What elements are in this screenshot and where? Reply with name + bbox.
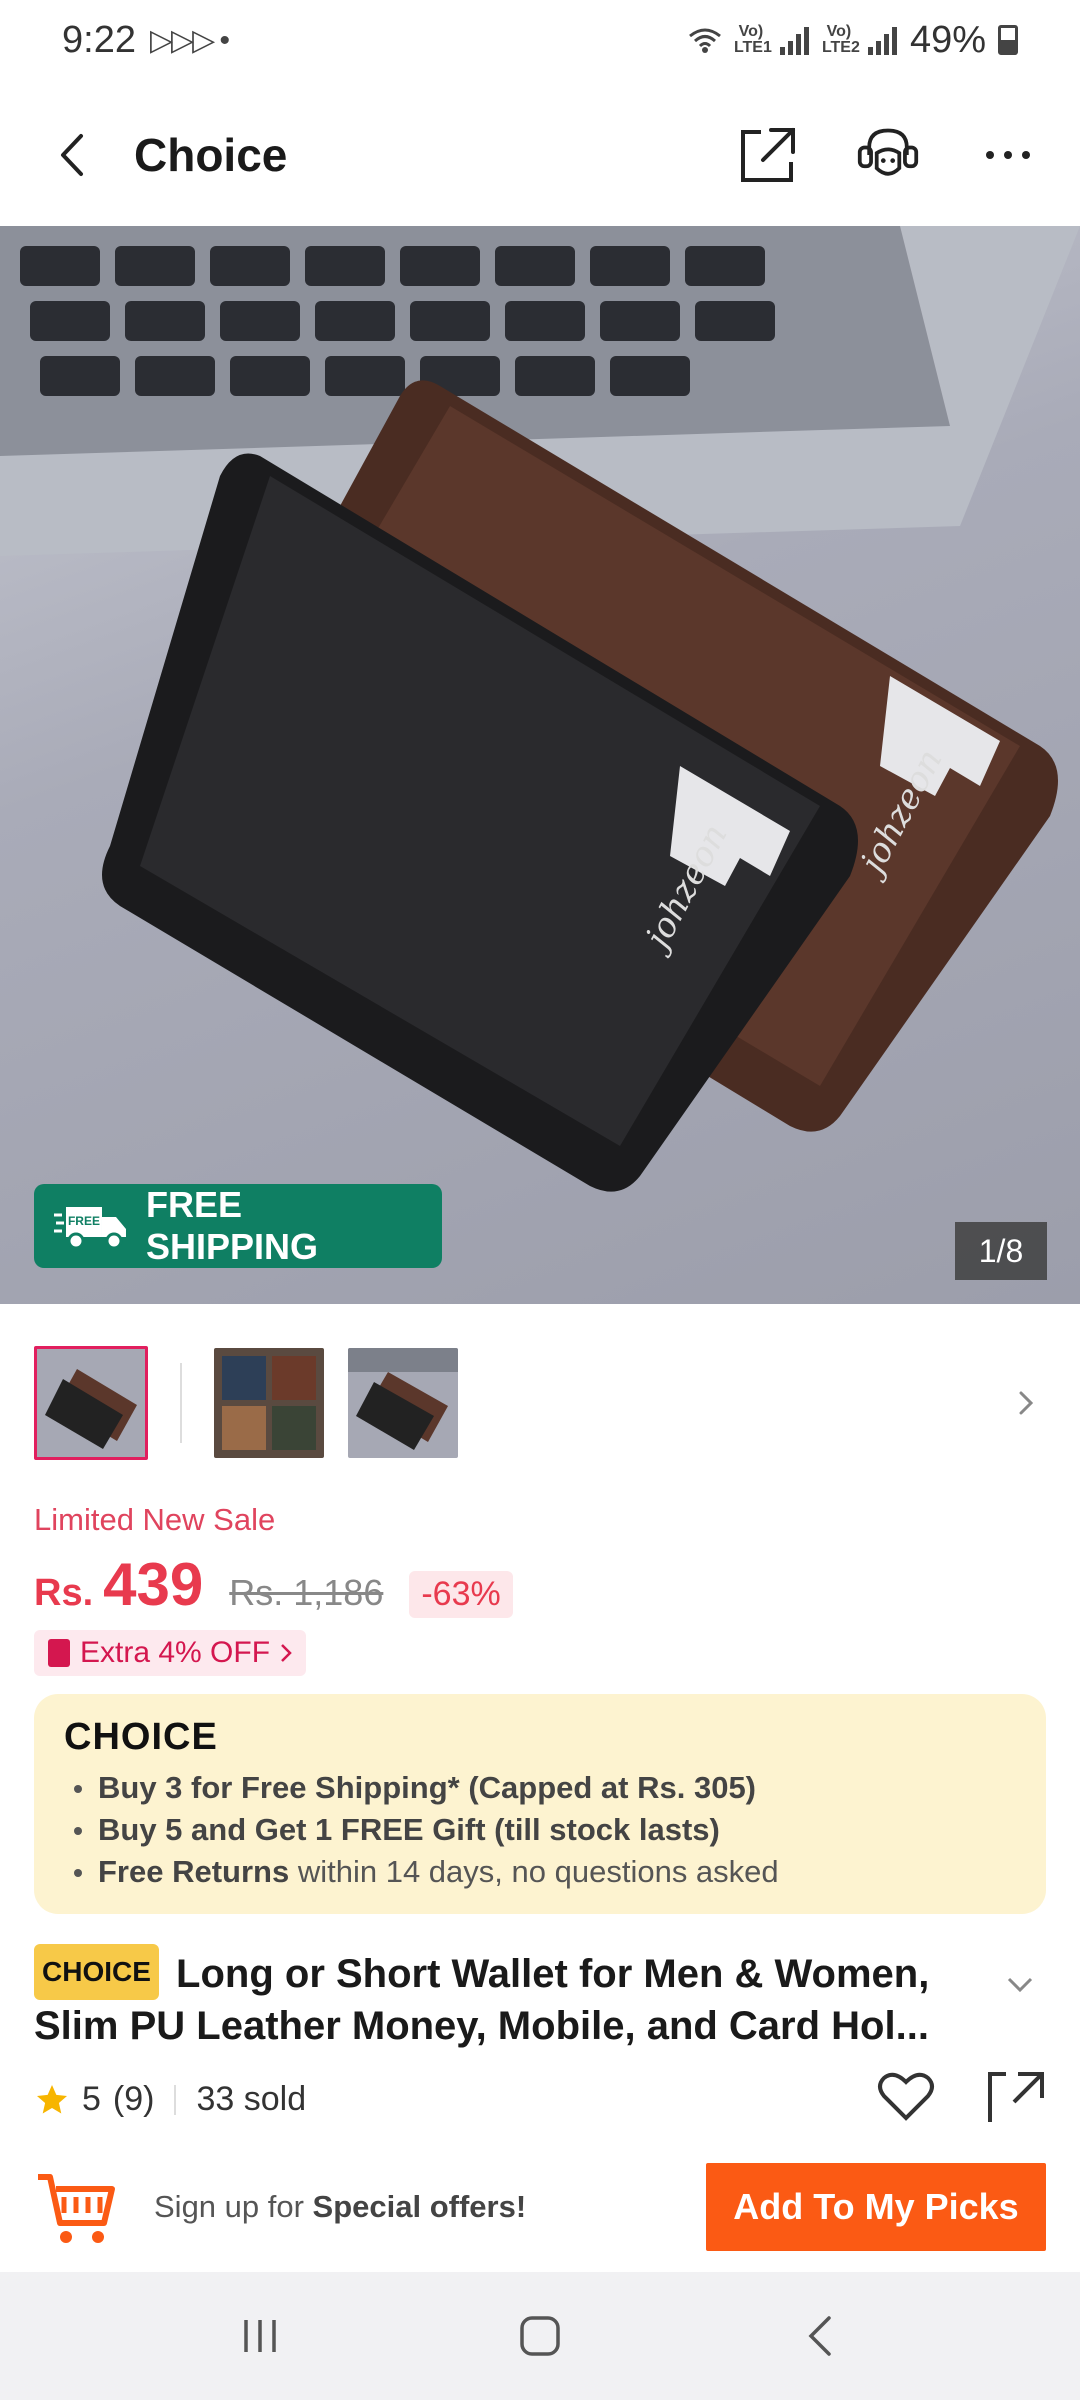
free-shipping-badge: FREE FREE SHIPPING: [34, 1184, 442, 1268]
app-header: Choice: [0, 100, 1080, 210]
choice-benefits-box[interactable]: CHOICE Buy 3 for Free Shipping* (Capped …: [34, 1694, 1046, 1914]
coupon-icon: [48, 1639, 70, 1667]
notification-icons: ▷▷▷ •: [149, 23, 230, 57]
thumbnail-3[interactable]: [348, 1348, 458, 1458]
rating-divider: [174, 2084, 177, 2115]
rating-count: (9): [112, 2080, 155, 2118]
rating-row[interactable]: 5 (9) 33 sold: [34, 2080, 306, 2119]
truck-label: FREE: [68, 1214, 100, 1228]
status-right: Vo) LTE1 Vo) LTE2 49%: [688, 19, 1018, 62]
header-actions: [736, 123, 1040, 187]
network-2-label: Vo) LTE2: [821, 23, 860, 56]
sold-count: 33 sold: [196, 2080, 307, 2118]
support-icon: [857, 128, 919, 176]
discount-badge: -63%: [409, 1571, 513, 1618]
status-bar: 9:22 ▷▷▷ • Vo) LTE1 Vo) LTE2 49%: [0, 0, 1080, 80]
product-title-text: Long or Short Wallet for Men & Women, Sl…: [34, 1952, 930, 2048]
thumbnail-next-button[interactable]: [1006, 1383, 1046, 1423]
star-icon: [37, 2084, 67, 2113]
system-back-button[interactable]: [780, 2296, 860, 2376]
free-shipping-label: FREE SHIPPING: [145, 1184, 319, 1267]
thumbnail-3-image: [348, 1348, 458, 1458]
share-button[interactable]: [736, 123, 800, 187]
current-price: Rs. 439: [34, 1550, 203, 1619]
signal-1-icon: [779, 27, 809, 55]
status-left: 9:22 ▷▷▷ •: [62, 18, 230, 62]
benefit-gift: Buy 5 and Get 1 FREE Gift (till stock la…: [64, 1809, 1016, 1851]
thumbnail-strip: [34, 1346, 1046, 1460]
battery-percent: 49%: [909, 18, 986, 61]
recent-apps-icon: [244, 2320, 276, 2352]
signal-2-icon: [867, 27, 897, 55]
chevron-down-icon: [1007, 1977, 1033, 1993]
back-icon: [61, 134, 83, 176]
cart-icon[interactable]: [34, 2165, 118, 2249]
back-button[interactable]: [40, 123, 104, 187]
wifi-icon: [689, 28, 721, 53]
extra-off-coupon[interactable]: Extra 4% OFF: [34, 1630, 307, 1676]
choice-logo: CHOICE: [64, 1716, 218, 1758]
choice-benefits-list: Buy 3 for Free Shipping* (Capped at Rs. …: [64, 1767, 1016, 1893]
thumbnail-1[interactable]: [34, 1346, 148, 1460]
image-counter: 1/8: [955, 1222, 1047, 1280]
add-to-picks-button[interactable]: Add To My Picks: [706, 2163, 1046, 2251]
price-value: 439: [103, 1551, 204, 1618]
more-icon: [986, 151, 1030, 159]
truck-icon: FREE: [53, 1207, 126, 1250]
expand-title-button[interactable]: [1006, 1976, 1046, 2016]
recent-apps-button[interactable]: [220, 2296, 300, 2376]
signup-offer-text[interactable]: Sign up for Special offers!: [154, 2189, 526, 2225]
support-button[interactable]: [856, 123, 920, 187]
network-1-label: Vo) LTE1: [733, 23, 772, 56]
share-icon[interactable]: [986, 2070, 1046, 2122]
product-title: CHOICE Long or Short Wallet for Men & Wo…: [34, 1944, 1024, 2052]
rating-score: 5: [82, 2080, 101, 2118]
home-icon: [520, 2316, 560, 2356]
choice-badge: CHOICE: [34, 1944, 159, 2000]
original-price: Rs. 1,186: [229, 1572, 384, 1613]
benefit-returns: Free Returns within 14 days, no question…: [64, 1851, 1016, 1893]
home-button[interactable]: [500, 2296, 580, 2376]
system-back-icon: [808, 2316, 831, 2356]
thumbnail-2-image: [214, 1348, 324, 1458]
battery-icon: [998, 25, 1018, 55]
thumbnail-divider: [180, 1363, 182, 1443]
benefit-shipping: Buy 3 for Free Shipping* (Capped at Rs. …: [64, 1767, 1016, 1809]
product-actions: [876, 2070, 1046, 2122]
sale-label: Limited New Sale: [34, 1502, 276, 1537]
more-button[interactable]: [976, 123, 1040, 187]
page-title: Choice: [134, 129, 288, 181]
system-nav-bar: [0, 2272, 1080, 2400]
product-image-carousel[interactable]: johzeon johzeon FREE FREE SHIPPING 1/8: [0, 226, 1080, 1304]
chevron-right-icon: [281, 1644, 292, 1662]
share-icon: [741, 128, 795, 182]
status-time: 9:22: [62, 18, 136, 61]
heart-icon[interactable]: [876, 2070, 936, 2122]
chevron-right-icon: [1019, 1391, 1034, 1415]
thumbnail-2[interactable]: [214, 1348, 324, 1458]
extra-off-label: Extra 4% OFF: [80, 1636, 271, 1669]
thumbnail-1-image: [37, 1349, 145, 1457]
currency-label: Rs.: [34, 1572, 94, 1614]
bottom-action-bar: Sign up for Special offers! Add To My Pi…: [0, 2152, 1080, 2262]
price-row: Rs. 439 Rs. 1,186 -63%: [34, 1550, 513, 1619]
